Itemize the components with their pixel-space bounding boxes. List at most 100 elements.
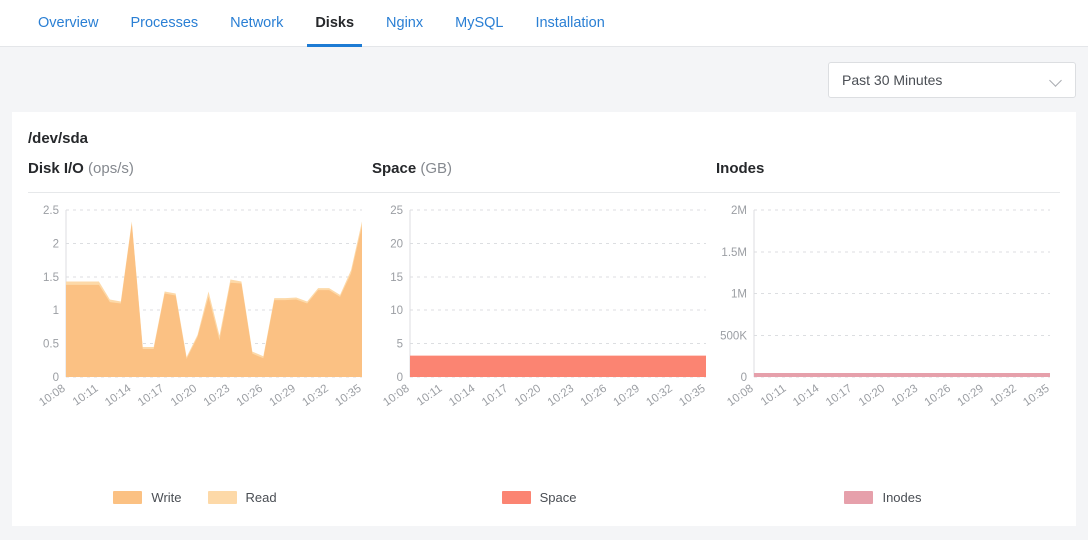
chart-title-disk-io: Disk I/O (ops/s) (28, 160, 134, 177)
legend-item-write[interactable]: Write (113, 490, 181, 505)
svg-text:2: 2 (53, 238, 59, 250)
svg-text:500K: 500K (720, 330, 747, 342)
svg-text:10:08: 10:08 (37, 383, 67, 409)
chart-title-text: Inodes (716, 160, 764, 177)
tab-bar: Overview Processes Network Disks Nginx M… (0, 0, 1088, 47)
tab-label: MySQL (455, 15, 503, 31)
legend-swatch-space (502, 491, 531, 504)
chart-titles-row: Disk I/O (ops/s) Space (GB) Inodes (12, 160, 1076, 192)
svg-text:1M: 1M (731, 289, 747, 301)
legend-swatch-inodes (844, 491, 873, 504)
svg-text:10:20: 10:20 (513, 383, 543, 409)
svg-text:10:23: 10:23 (546, 383, 576, 409)
tab-label: Nginx (386, 15, 423, 31)
chart-title-unit: (GB) (420, 160, 452, 177)
svg-text:0.5: 0.5 (43, 339, 59, 351)
chart-space: 0 5 10 15 20 25 10:0810:1110:1410:1710:2010:23… (364, 200, 714, 520)
chart-title-space: Space (GB) (372, 160, 452, 177)
svg-text:1: 1 (53, 305, 59, 317)
svg-text:10:26: 10:26 (579, 383, 609, 409)
tab-label: Disks (315, 15, 354, 31)
svg-text:1.5M: 1.5M (721, 247, 747, 259)
svg-text:10:26: 10:26 (923, 383, 953, 409)
legend-inodes: Inodes (708, 490, 1058, 505)
legend-swatch-read (208, 491, 237, 504)
svg-text:10:17: 10:17 (136, 383, 166, 409)
tab-installation[interactable]: Installation (519, 0, 620, 47)
device-title: /dev/sda (28, 130, 88, 147)
tab-processes[interactable]: Processes (114, 0, 214, 47)
plot-space: 0 5 10 15 20 25 10:0810:1110:1410:1710:2010:23… (364, 200, 714, 435)
tab-label: Installation (535, 15, 604, 31)
legend-swatch-write (113, 491, 142, 504)
tab-nginx[interactable]: Nginx (370, 0, 439, 47)
tab-disks[interactable]: Disks (299, 0, 370, 47)
tab-label: Network (230, 15, 283, 31)
chart-title-text: Space (372, 160, 416, 177)
svg-text:10:14: 10:14 (103, 382, 134, 409)
svg-text:5: 5 (397, 339, 403, 351)
tab-overview[interactable]: Overview (22, 0, 114, 47)
plot-inodes: 0500K1M1.5M2M10:0810:1110:1410:1710:2010… (708, 200, 1058, 435)
svg-text:10:20: 10:20 (857, 383, 887, 409)
svg-text:15: 15 (390, 272, 403, 284)
svg-text:10:29: 10:29 (611, 383, 641, 409)
chart-inodes: 0500K1M1.5M2M10:0810:1110:1410:1710:2010… (708, 200, 1058, 520)
toolbar: Past 30 Minutes (0, 47, 1088, 112)
legend-space: Space (364, 490, 714, 505)
tab-network[interactable]: Network (214, 0, 299, 47)
chart-title-text: Disk I/O (28, 160, 84, 177)
chart-title-inodes: Inodes (716, 160, 764, 177)
svg-text:10:14: 10:14 (791, 382, 822, 409)
chart-title-unit: (ops/s) (88, 160, 134, 177)
svg-text:10:23: 10:23 (202, 383, 232, 409)
svg-text:10:29: 10:29 (955, 383, 985, 409)
svg-text:10:11: 10:11 (759, 383, 789, 409)
tab-label: Processes (130, 15, 198, 31)
tab-mysql[interactable]: MySQL (439, 0, 519, 47)
card-divider (28, 192, 1060, 193)
svg-text:2.5: 2.5 (43, 205, 59, 217)
tab-label: Overview (38, 15, 98, 31)
charts-row: 00.511.522.510:0810:1110:1410:1710:2010:… (12, 200, 1076, 520)
svg-text:0: 0 (397, 372, 403, 384)
svg-text:10:35: 10:35 (333, 383, 363, 409)
time-range-value: Past 30 Minutes (842, 72, 942, 88)
svg-text:10:17: 10:17 (824, 383, 854, 409)
svg-text:10:08: 10:08 (381, 383, 411, 409)
svg-text:10:20: 10:20 (169, 383, 199, 409)
svg-text:20: 20 (390, 238, 403, 250)
svg-text:10:11: 10:11 (71, 383, 101, 409)
svg-text:1.5: 1.5 (43, 272, 59, 284)
legend-label: Read (246, 490, 277, 505)
legend-disk-io: Write Read (20, 490, 370, 505)
svg-text:10:23: 10:23 (890, 383, 920, 409)
svg-text:10: 10 (390, 305, 403, 317)
legend-label: Space (540, 490, 577, 505)
svg-text:10:14: 10:14 (447, 382, 478, 409)
plot-disk-io: 00.511.522.510:0810:1110:1410:1710:2010:… (20, 200, 370, 435)
disk-card: /dev/sda Disk I/O (ops/s) Space (GB) Ino… (12, 112, 1076, 526)
legend-label: Write (151, 490, 181, 505)
legend-label: Inodes (882, 490, 921, 505)
svg-text:10:17: 10:17 (480, 383, 510, 409)
legend-item-inodes[interactable]: Inodes (844, 490, 921, 505)
svg-text:10:11: 10:11 (415, 383, 445, 409)
svg-text:25: 25 (390, 205, 403, 217)
chart-disk-io: 00.511.522.510:0810:1110:1410:1710:2010:… (20, 200, 370, 520)
legend-item-space[interactable]: Space (502, 490, 577, 505)
svg-text:2M: 2M (731, 205, 747, 217)
svg-text:10:29: 10:29 (267, 383, 297, 409)
svg-text:10:26: 10:26 (235, 383, 265, 409)
svg-text:10:35: 10:35 (677, 383, 707, 409)
svg-text:10:32: 10:32 (988, 383, 1018, 409)
svg-text:0: 0 (741, 372, 747, 384)
svg-text:10:32: 10:32 (644, 383, 674, 409)
svg-text:10:08: 10:08 (725, 383, 755, 409)
chevron-down-icon (1050, 76, 1063, 84)
time-range-select[interactable]: Past 30 Minutes (828, 62, 1076, 98)
svg-text:10:35: 10:35 (1021, 383, 1051, 409)
legend-item-read[interactable]: Read (208, 490, 277, 505)
svg-text:10:32: 10:32 (300, 383, 330, 409)
svg-text:0: 0 (53, 372, 59, 384)
